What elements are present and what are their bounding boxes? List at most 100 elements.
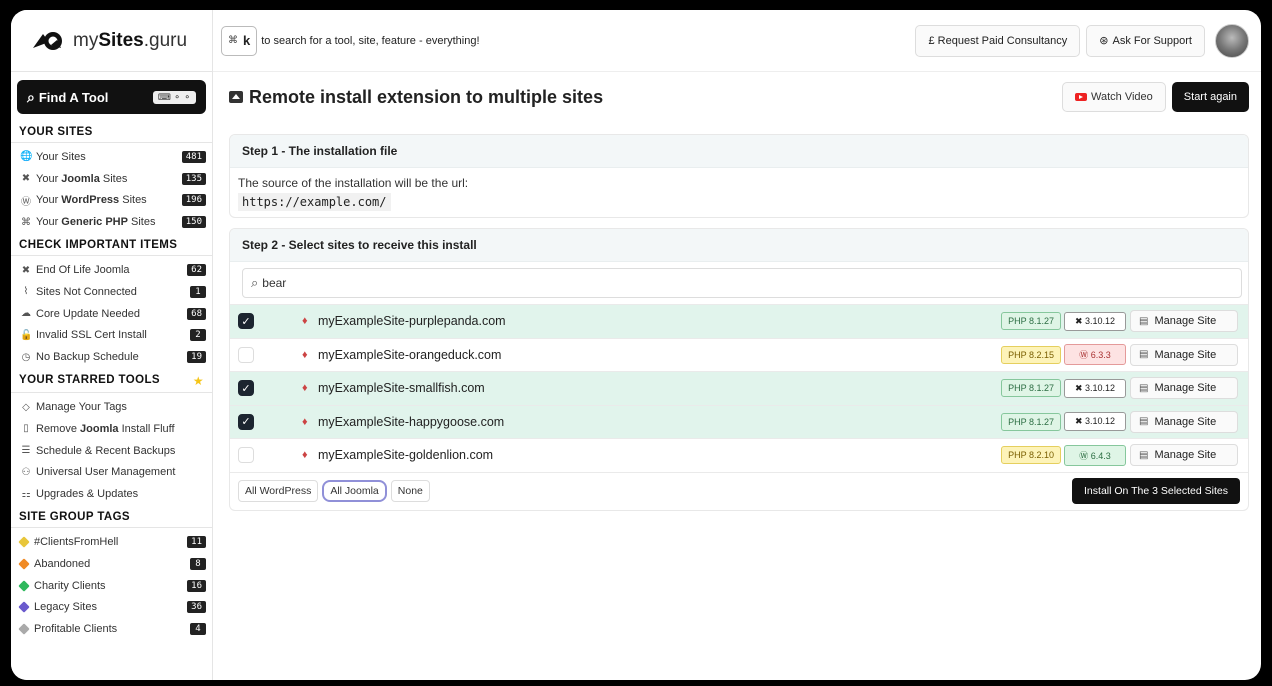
brand-name: mySites.guru bbox=[73, 29, 188, 51]
site-name: myExampleSite-purplepanda.com bbox=[318, 314, 506, 329]
sidebar-item[interactable]: 🌐 Your Sites 481 bbox=[11, 146, 212, 168]
sidebar-item[interactable]: Ⓦ Your WordPress Sites 196 bbox=[11, 190, 212, 212]
filter-button[interactable]: All WordPress bbox=[238, 480, 319, 502]
k-key: k bbox=[243, 33, 251, 48]
manage-site-button[interactable]: ▤ Manage Site bbox=[1130, 310, 1238, 333]
manage-icon: ▤ bbox=[1139, 449, 1149, 461]
user-avatar[interactable] bbox=[1215, 23, 1249, 58]
manage-site-button[interactable]: ▤ Manage Site bbox=[1130, 377, 1238, 400]
sidebar-item[interactable]: ⌇ Sites Not Connected 1 bbox=[11, 281, 212, 303]
sidebar-item[interactable]: Charity Clients 16 bbox=[11, 575, 212, 597]
section-title-check-items: CHECK IMPORTANT ITEMS bbox=[11, 233, 212, 257]
globe-icon: 🌐 bbox=[20, 151, 33, 163]
step1-card: Step 1 - The installation file The sourc… bbox=[229, 134, 1249, 218]
site-row[interactable]: ♦ myExampleSite-goldenlion.com PHP 8.2.10 Ⓦ… bbox=[230, 438, 1248, 472]
command-k-button[interactable]: ⌘ k bbox=[221, 25, 258, 56]
sidebar-item[interactable]: ▯ Remove Joomla Install Fluff bbox=[11, 418, 212, 440]
step2-title: Step 2 - Select sites to receive this in… bbox=[230, 229, 1248, 262]
step2-card: Step 2 - Select sites to receive this in… bbox=[229, 228, 1249, 511]
clock-icon: ◷ bbox=[21, 351, 31, 363]
sidebar-item-label: Schedule & Recent Backups bbox=[36, 444, 176, 457]
php-version-badge: PHP 8.2.15 bbox=[1001, 345, 1061, 364]
site-row[interactable]: ✓ ♦ myExampleSite-happygoose.com PHP 8.1.27… bbox=[230, 404, 1248, 438]
search-icon: ⌕ bbox=[251, 275, 259, 290]
site-checkbox[interactable]: ✓ bbox=[238, 380, 254, 397]
count-badge: 1 bbox=[190, 285, 206, 298]
section-title-your-sites: YOUR SITES bbox=[11, 120, 212, 143]
search-hint[interactable]: to search for a tool, site, feature - ev… bbox=[261, 35, 479, 47]
site-name: myExampleSite-orangeduck.com bbox=[318, 347, 502, 362]
manage-icon: ▤ bbox=[1139, 382, 1149, 394]
sitemap-icon: ⚏ bbox=[21, 488, 31, 500]
sidebar-item[interactable]: ✖ End Of Life Joomla 62 bbox=[11, 259, 212, 281]
wifi-off-icon: ⌇ bbox=[23, 286, 29, 298]
sidebar-item[interactable]: Legacy Sites 36 bbox=[11, 597, 212, 619]
collapse-icon[interactable] bbox=[229, 91, 243, 103]
sidebar-item[interactable]: ✖ Your Joomla Sites 135 bbox=[11, 168, 212, 190]
tag-icon bbox=[18, 601, 30, 614]
tag-icon: ◇ bbox=[22, 401, 30, 413]
count-badge: 135 bbox=[181, 172, 206, 185]
count-badge: 481 bbox=[181, 150, 206, 163]
install-selected-button[interactable]: Install On The 3 Selected Sites bbox=[1072, 478, 1240, 504]
sidebar-item[interactable]: 🔓 Invalid SSL Cert Install 2 bbox=[11, 325, 212, 347]
site-favicon-icon: ♦ bbox=[302, 415, 308, 428]
ask-support-button[interactable]: ⊛ Ask For Support bbox=[1086, 24, 1205, 57]
site-row[interactable]: ♦ myExampleSite-orangeduck.com PHP 8.2.15 Ⓦ… bbox=[230, 337, 1248, 372]
logo[interactable]: mySites.guru bbox=[11, 10, 212, 72]
php-version-badge: PHP 8.1.27 bbox=[1001, 379, 1061, 398]
site-checkbox[interactable]: ✓ bbox=[238, 313, 254, 330]
sidebar-item-label: Invalid SSL Cert Install bbox=[36, 329, 147, 342]
step1-title: Step 1 - The installation file bbox=[230, 135, 1248, 168]
star-icon: ★ bbox=[192, 374, 204, 389]
sidebar-item-label: Abandoned bbox=[34, 557, 91, 570]
sidebar-item[interactable]: ⚏ Upgrades & Updates bbox=[11, 483, 212, 505]
filter-button[interactable]: All Joomla bbox=[322, 480, 387, 502]
site-search-input[interactable]: ⌕ bear bbox=[242, 268, 1242, 298]
site-checkbox[interactable] bbox=[238, 447, 254, 464]
sidebar-item[interactable]: Profitable Clients 4 bbox=[11, 618, 212, 640]
count-badge: 68 bbox=[187, 307, 206, 320]
watch-video-button[interactable]: Watch Video bbox=[1062, 82, 1166, 112]
count-badge: 196 bbox=[181, 194, 206, 207]
logo-icon bbox=[31, 28, 67, 54]
cms-version-badge: ✖ 3.10.12 bbox=[1064, 378, 1126, 398]
manage-icon: ▤ bbox=[1139, 315, 1149, 327]
site-row[interactable]: ✓ ♦ myExampleSite-purplepanda.com PHP 8.1.2… bbox=[230, 304, 1248, 338]
site-name: myExampleSite-goldenlion.com bbox=[318, 448, 494, 463]
site-row[interactable]: ✓ ♦ myExampleSite-smallfish.com PHP 8.1.27 ✖… bbox=[230, 371, 1248, 405]
command-icon: ⌘ bbox=[228, 35, 238, 46]
sidebar-item-label: Sites Not Connected bbox=[36, 285, 137, 298]
find-tool-button[interactable]: ⌕ Find A Tool ⌨ ⚬ ⚬ bbox=[17, 80, 206, 114]
sidebar-item[interactable]: #ClientsFromHell 11 bbox=[11, 531, 212, 553]
sidebar-item-label: Your Joomla Sites bbox=[36, 172, 128, 185]
site-favicon-icon: ♦ bbox=[302, 315, 308, 328]
site-checkbox[interactable] bbox=[238, 346, 254, 363]
manage-site-button[interactable]: ▤ Manage Site bbox=[1130, 444, 1238, 467]
site-checkbox[interactable]: ✓ bbox=[238, 413, 254, 430]
sidebar-item-label: Your Generic PHP Sites bbox=[36, 216, 156, 229]
count-badge: 4 bbox=[190, 623, 206, 636]
php-version-badge: PHP 8.1.27 bbox=[1001, 312, 1061, 331]
request-consultancy-button[interactable]: £ Request Paid Consultancy bbox=[915, 24, 1081, 57]
sidebar-item[interactable]: ⌘ Your Generic PHP Sites 150 bbox=[11, 211, 212, 233]
sidebar-item-label: Remove Joomla Install Fluff bbox=[36, 422, 175, 435]
sidebar-item-label: #ClientsFromHell bbox=[34, 536, 119, 549]
start-again-button[interactable]: Start again bbox=[1171, 82, 1249, 112]
manage-site-button[interactable]: ▤ Manage Site bbox=[1130, 343, 1238, 366]
cloud-upload-icon: ☁ bbox=[21, 308, 31, 320]
manage-site-button[interactable]: ▤ Manage Site bbox=[1130, 410, 1238, 433]
sidebar-item-label: Manage Your Tags bbox=[36, 401, 127, 414]
search-value: bear bbox=[262, 276, 287, 290]
sidebar-item[interactable]: ☰ Schedule & Recent Backups bbox=[11, 440, 212, 462]
joomla-icon: ✖ bbox=[21, 264, 31, 276]
sidebar-item[interactable]: ◇ Manage Your Tags bbox=[11, 396, 212, 418]
filter-button[interactable]: None bbox=[390, 480, 430, 502]
sidebar-item[interactable]: ⚇ Universal User Management bbox=[11, 462, 212, 484]
php-version-badge: PHP 8.1.27 bbox=[1001, 412, 1061, 431]
sidebar-item[interactable]: ☁ Core Update Needed 68 bbox=[11, 303, 212, 325]
tag-icon bbox=[18, 536, 30, 548]
sidebar-item[interactable]: Abandoned 8 bbox=[11, 553, 212, 575]
sidebar-item[interactable]: ◷ No Backup Schedule 19 bbox=[11, 346, 212, 368]
cms-version-badge: ✖ 3.10.12 bbox=[1064, 311, 1126, 331]
